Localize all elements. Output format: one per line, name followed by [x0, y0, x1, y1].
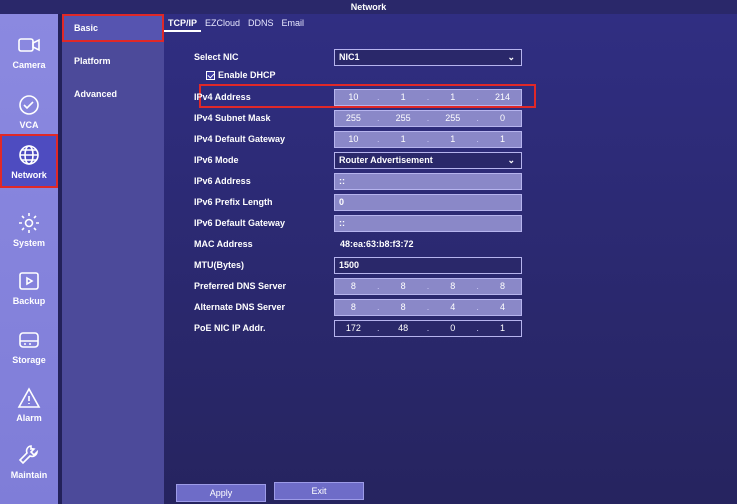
- subnet-octet-4: 0: [499, 113, 505, 123]
- ipv6-address-input[interactable]: ::: [334, 172, 522, 190]
- nav-network-label: Network: [11, 169, 47, 180]
- adns-octet-3: 4: [450, 302, 456, 312]
- ipv4-subnet-label: IPv4 Subnet Mask: [194, 113, 271, 123]
- ipv4-gateway-input[interactable]: 10. 1. 1. 1: [334, 130, 522, 148]
- row-ipv4-gateway: IPv4 Default Gateway 10. 1. 1. 1: [194, 130, 524, 148]
- poe-octet-3: 0: [450, 323, 456, 333]
- ipv6-mode-label: IPv6 Mode: [194, 155, 239, 165]
- ipv4-address-label: IPv4 Address: [194, 92, 251, 102]
- gateway-octet-4: 1: [499, 134, 505, 144]
- ipv6-prefix-input[interactable]: 0: [334, 193, 522, 211]
- mac-address-label: MAC Address: [194, 239, 253, 249]
- camera-icon: [18, 37, 40, 52]
- nav-storage-label: Storage: [12, 354, 46, 365]
- alternate-dns-label: Alternate DNS Server: [194, 302, 286, 312]
- vca-icon: [19, 94, 39, 115]
- poe-octet-4: 1: [499, 323, 505, 333]
- row-ipv6-mode: IPv6 Mode Router Advertisement ⌄: [194, 151, 524, 169]
- row-ipv6-address: IPv6 Address ::: [194, 172, 524, 190]
- ipv4-octet-4: 214: [494, 92, 510, 102]
- chevron-down-icon: ⌄: [507, 154, 515, 165]
- nav-backup-label: Backup: [12, 295, 46, 306]
- pdns-octet-4: 8: [499, 281, 505, 291]
- sub-nav: Basic Platform Advanced: [62, 14, 164, 504]
- mtu-label: MTU(Bytes): [194, 260, 245, 270]
- window-title: Network: [0, 0, 737, 14]
- row-alternate-dns: Alternate DNS Server 8. 8. 4. 4: [194, 298, 524, 316]
- nav-system[interactable]: System: [0, 202, 58, 256]
- poe-ip-input[interactable]: 172. 48. 0. 1: [334, 319, 522, 337]
- row-ipv4-address: IPv4 Address 10. 1. 1. 214: [194, 88, 524, 106]
- nav-vca[interactable]: VCA: [0, 84, 58, 138]
- ipv6-gateway-input[interactable]: ::: [334, 214, 522, 232]
- nav-camera-label: Camera: [12, 59, 46, 70]
- ipv6-prefix-label: IPv6 Prefix Length: [194, 197, 273, 207]
- ipv4-gateway-label: IPv4 Default Gateway: [194, 134, 286, 144]
- adns-octet-4: 4: [499, 302, 505, 312]
- ipv4-octet-2: 1: [400, 92, 406, 102]
- apply-button[interactable]: Apply: [176, 484, 266, 502]
- ipv6-mode-select[interactable]: Router Advertisement ⌄: [334, 151, 522, 169]
- alarm-icon: [17, 386, 41, 408]
- backup-icon: [19, 271, 39, 290]
- nav-system-label: System: [12, 237, 46, 248]
- ipv4-subnet-input[interactable]: 255. 255. 255. 0: [334, 109, 522, 127]
- subnav-advanced[interactable]: Advanced: [62, 80, 164, 108]
- pdns-octet-3: 8: [450, 281, 456, 291]
- subnav-basic[interactable]: Basic: [62, 14, 164, 42]
- nav-alarm[interactable]: Alarm: [0, 377, 58, 431]
- nav-maintain[interactable]: Maintain: [0, 434, 58, 488]
- adns-octet-2: 8: [400, 302, 406, 312]
- gateway-octet-1: 10: [348, 134, 359, 144]
- ipv4-octet-1: 10: [348, 92, 359, 102]
- poe-octet-1: 172: [345, 323, 361, 333]
- ipv4-octet-3: 1: [450, 92, 456, 102]
- subnet-octet-1: 255: [345, 113, 361, 123]
- gateway-octet-3: 1: [450, 134, 456, 144]
- subnet-octet-2: 255: [395, 113, 411, 123]
- ipv4-address-input[interactable]: 10. 1. 1. 214: [334, 88, 522, 106]
- exit-button[interactable]: Exit: [274, 482, 364, 500]
- subnet-octet-3: 255: [445, 113, 461, 123]
- nav-vca-label: VCA: [19, 119, 39, 130]
- row-ipv6-prefix: IPv6 Prefix Length 0: [194, 193, 524, 211]
- mtu-input[interactable]: 1500: [334, 256, 522, 274]
- adns-octet-1: 8: [350, 302, 356, 312]
- nav-backup[interactable]: Backup: [0, 260, 58, 314]
- gateway-octet-2: 1: [400, 134, 406, 144]
- row-ipv4-subnet: IPv4 Subnet Mask 255. 255. 255. 0: [194, 109, 524, 127]
- ipv6-mode-value: Router Advertisement: [339, 155, 433, 165]
- pdns-octet-2: 8: [400, 281, 406, 291]
- globe-icon: [19, 144, 39, 165]
- alternate-dns-input[interactable]: 8. 8. 4. 4: [334, 298, 522, 316]
- storage-icon: [19, 331, 39, 348]
- subnav-platform[interactable]: Platform: [62, 47, 164, 75]
- preferred-dns-input[interactable]: 8. 8. 8. 8: [334, 277, 522, 295]
- gear-icon: [19, 212, 39, 233]
- row-mac-address: MAC Address 48:ea:63:b8:f3:72: [194, 235, 524, 253]
- wrench-icon: [18, 444, 39, 464]
- nav-alarm-label: Alarm: [16, 412, 42, 423]
- nav-maintain-label: Maintain: [10, 469, 48, 480]
- form-area: IPv4 Address 10. 1. 1. 214 IPv4 Subnet M…: [164, 14, 737, 504]
- nav-network[interactable]: Network: [0, 134, 58, 188]
- row-mtu: MTU(Bytes) 1500: [194, 256, 524, 274]
- nav-camera[interactable]: Camera: [0, 24, 58, 78]
- pdns-octet-1: 8: [350, 281, 356, 291]
- ipv6-gateway-label: IPv6 Default Gateway: [194, 218, 286, 228]
- row-ipv6-gateway: IPv6 Default Gateway ::: [194, 214, 524, 232]
- row-poe-ip: PoE NIC IP Addr. 172. 48. 0. 1: [194, 319, 524, 337]
- mac-address-value: 48:ea:63:b8:f3:72: [340, 239, 414, 249]
- preferred-dns-label: Preferred DNS Server: [194, 281, 287, 291]
- row-preferred-dns: Preferred DNS Server 8. 8. 8. 8: [194, 277, 524, 295]
- ipv6-address-label: IPv6 Address: [194, 176, 251, 186]
- poe-ip-label: PoE NIC IP Addr.: [194, 323, 266, 333]
- left-nav: Camera VCA Network System Backup Storage…: [0, 14, 58, 504]
- poe-octet-2: 48: [398, 323, 409, 333]
- nav-storage[interactable]: Storage: [0, 319, 58, 373]
